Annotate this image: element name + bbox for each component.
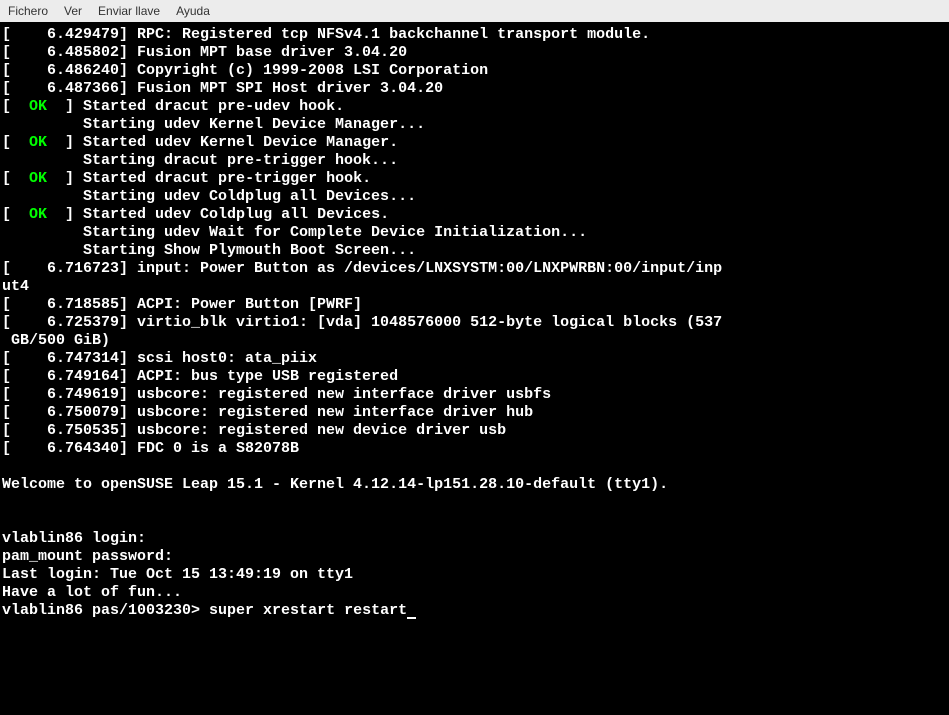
terminal-output[interactable]: [ 6.429479] RPC: Registered tcp NFSv4.1 … xyxy=(0,22,949,715)
terminal-line: [ 6.764340] FDC 0 is a S82078B xyxy=(2,440,947,458)
menu-ver[interactable]: Ver xyxy=(64,4,82,18)
terminal-line: [ 6.750535] usbcore: registered new devi… xyxy=(2,422,947,440)
terminal-line: ut4 xyxy=(2,278,947,296)
terminal-line: [ OK ] Started dracut pre-udev hook. xyxy=(2,98,947,116)
terminal-line: [ 6.486240] Copyright (c) 1999-2008 LSI … xyxy=(2,62,947,80)
terminal-line: [ 6.747314] scsi host0: ata_piix xyxy=(2,350,947,368)
terminal-line: vlablin86 login: xyxy=(2,530,947,548)
terminal-line: vlablin86 pas/1003230> super xrestart re… xyxy=(2,602,947,620)
status-ok: OK xyxy=(29,170,47,187)
terminal-line: [ 6.716723] input: Power Button as /devi… xyxy=(2,260,947,278)
command-input[interactable]: super xrestart restart xyxy=(209,602,407,619)
cursor xyxy=(407,617,416,619)
status-ok: OK xyxy=(29,134,47,151)
menu-fichero[interactable]: Fichero xyxy=(8,4,48,18)
terminal-line: Welcome to openSUSE Leap 15.1 - Kernel 4… xyxy=(2,476,947,494)
terminal-line: [ 6.487366] Fusion MPT SPI Host driver 3… xyxy=(2,80,947,98)
terminal-line: Starting Show Plymouth Boot Screen... xyxy=(2,242,947,260)
terminal-line xyxy=(2,494,947,512)
terminal-line: Have a lot of fun... xyxy=(2,584,947,602)
terminal-line: [ OK ] Started dracut pre-trigger hook. xyxy=(2,170,947,188)
terminal-line: [ OK ] Started udev Coldplug all Devices… xyxy=(2,206,947,224)
terminal-line: Starting udev Wait for Complete Device I… xyxy=(2,224,947,242)
terminal-line: pam_mount password: xyxy=(2,548,947,566)
status-ok: OK xyxy=(29,206,47,223)
terminal-line: [ 6.749619] usbcore: registered new inte… xyxy=(2,386,947,404)
prompt-path: pas/1003230> xyxy=(83,602,209,619)
menu-enviar-llave[interactable]: Enviar llave xyxy=(98,4,160,18)
menu-ayuda[interactable]: Ayuda xyxy=(176,4,210,18)
terminal-line: [ 6.485802] Fusion MPT base driver 3.04.… xyxy=(2,44,947,62)
terminal-line: [ 6.429479] RPC: Registered tcp NFSv4.1 … xyxy=(2,26,947,44)
menubar: Fichero Ver Enviar llave Ayuda xyxy=(0,0,949,22)
terminal-line: Last login: Tue Oct 15 13:49:19 on tty1 xyxy=(2,566,947,584)
terminal-line: Starting udev Kernel Device Manager... xyxy=(2,116,947,134)
terminal-line: Starting udev Coldplug all Devices... xyxy=(2,188,947,206)
terminal-line: [ 6.749164] ACPI: bus type USB registere… xyxy=(2,368,947,386)
terminal-line xyxy=(2,512,947,530)
terminal-line: [ 6.750079] usbcore: registered new inte… xyxy=(2,404,947,422)
terminal-line: [ OK ] Started udev Kernel Device Manage… xyxy=(2,134,947,152)
status-ok: OK xyxy=(29,98,47,115)
terminal-line: Starting dracut pre-trigger hook... xyxy=(2,152,947,170)
terminal-line: GB/500 GiB) xyxy=(2,332,947,350)
prompt-hostname: vlablin86 xyxy=(2,602,83,619)
terminal-line: [ 6.725379] virtio_blk virtio1: [vda] 10… xyxy=(2,314,947,332)
terminal-line xyxy=(2,458,947,476)
terminal-line: [ 6.718585] ACPI: Power Button [PWRF] xyxy=(2,296,947,314)
